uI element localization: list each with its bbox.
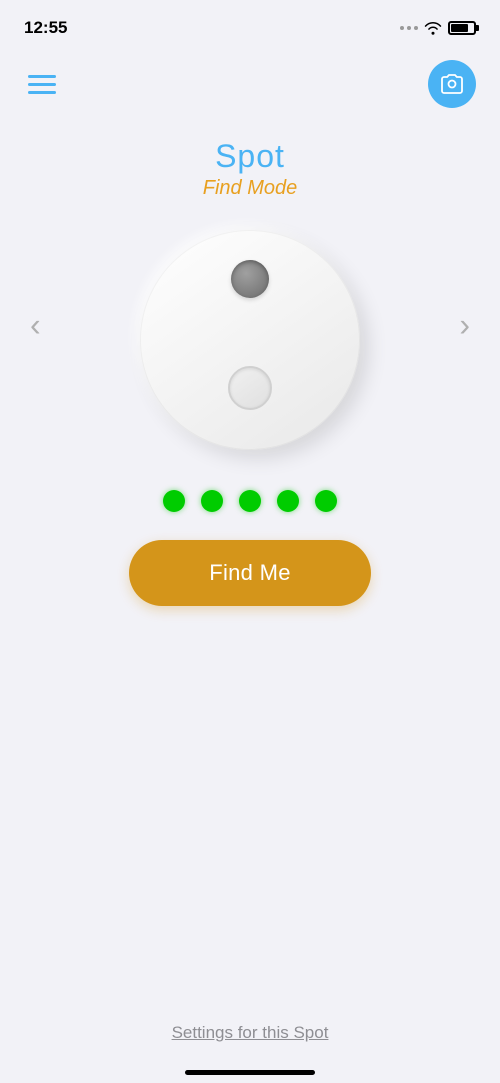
signal-dot-1	[163, 490, 185, 512]
signal-dot-3	[239, 490, 261, 512]
status-time: 12:55	[24, 18, 67, 38]
device-name-title: Spot	[215, 138, 285, 175]
device-sensor	[231, 260, 269, 298]
next-device-button[interactable]: ›	[449, 297, 480, 354]
settings-link-text: Settings for this Spot	[172, 1023, 329, 1042]
hamburger-line-2	[28, 83, 56, 86]
camera-icon	[440, 72, 464, 96]
hamburger-menu-button[interactable]	[24, 71, 60, 98]
wifi-icon	[424, 21, 442, 35]
battery-icon	[448, 21, 476, 35]
settings-link[interactable]: Settings for this Spot	[172, 1023, 329, 1043]
signal-dot-4	[277, 490, 299, 512]
camera-button[interactable]	[428, 60, 476, 108]
signal-dot-5	[315, 490, 337, 512]
find-me-button[interactable]: Find Me	[129, 540, 371, 606]
header-nav	[0, 50, 500, 128]
device-action-button	[228, 366, 272, 410]
signal-indicator	[163, 490, 337, 512]
status-icons	[400, 21, 476, 35]
device-illustration	[140, 230, 360, 450]
status-bar: 12:55	[0, 0, 500, 50]
hamburger-line-3	[28, 91, 56, 94]
previous-device-button[interactable]: ‹	[20, 297, 51, 354]
hamburger-line-1	[28, 75, 56, 78]
device-body	[140, 230, 360, 450]
device-mode-label: Find Mode	[203, 177, 298, 200]
signal-dot-2	[201, 490, 223, 512]
signal-strength-icon	[400, 26, 418, 30]
device-section: ‹ ›	[80, 200, 420, 450]
main-content: Spot Find Mode ‹ › Find Me	[0, 128, 500, 606]
home-indicator	[185, 1070, 315, 1075]
